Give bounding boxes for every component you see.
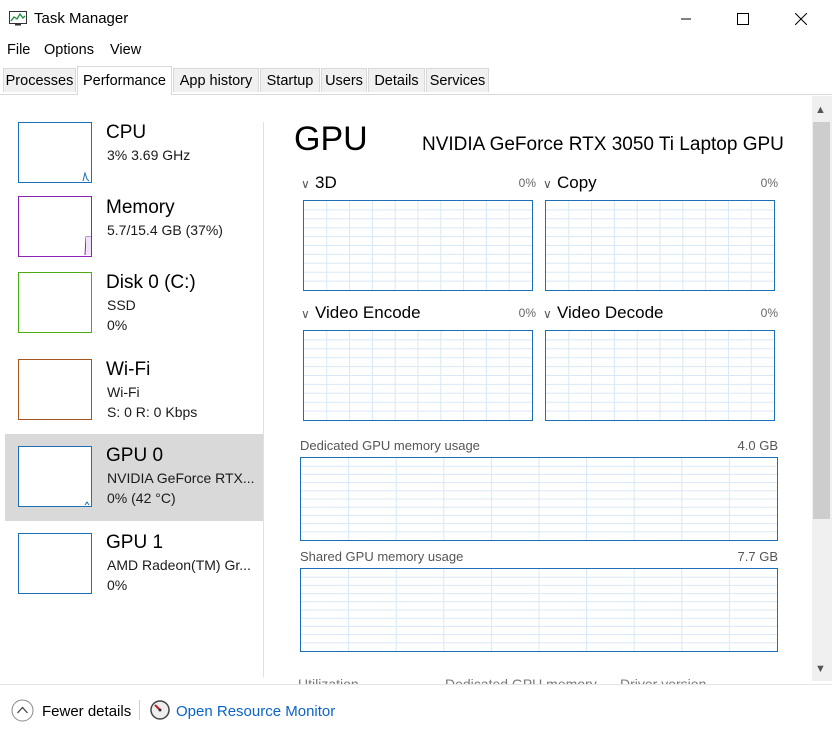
gpu-model-name: NVIDIA GeForce RTX 3050 Ti Laptop GPU [422, 134, 784, 155]
dedicated-memory-max: 4.0 GB [737, 438, 778, 453]
chevron-down-icon[interactable]: ∨ [543, 177, 552, 191]
open-resource-monitor-link[interactable]: Open Resource Monitor [176, 703, 335, 720]
resource-monitor-icon [150, 700, 170, 720]
sidebar-title: GPU 1 [106, 532, 164, 553]
sidebar-title: Memory [106, 197, 175, 218]
engine-percent-video-encode: 0% [518, 306, 536, 320]
shared-memory-label: Shared GPU memory usage [300, 549, 464, 564]
sidebar-item-memory[interactable]: Memory 5.7/15.4 GB (37%) [5, 188, 263, 261]
engine-label-copy[interactable]: Copy [557, 173, 597, 193]
sidebar-item-wifi[interactable]: Wi-Fi Wi-Fi S: 0 R: 0 Kbps [5, 351, 263, 434]
footer-separator [139, 700, 140, 720]
engine-graph-copy [545, 200, 775, 291]
engine-graph-video-decode [545, 330, 775, 421]
page-title: GPU [294, 120, 368, 158]
sidebar-line2: 0% (42 °C) [107, 490, 176, 506]
tab-performance[interactable]: Performance [77, 66, 172, 95]
minimize-icon [681, 18, 691, 20]
scrollbar-thumb[interactable] [813, 122, 830, 519]
sidebar-item-gpu0[interactable]: GPU 0 NVIDIA GeForce RTX... 0% (42 °C) [5, 434, 263, 521]
sidebar-line2: 0% [107, 577, 128, 593]
tab-services[interactable]: Services [426, 68, 489, 92]
wifi-thumbnail-graph [18, 359, 92, 420]
engine-label-video-decode[interactable]: Video Decode [557, 303, 664, 323]
sidebar-line1: 3% 3.69 GHz [107, 147, 191, 163]
graph-grid [301, 458, 777, 540]
scroll-down-icon[interactable]: ▼ [815, 663, 826, 675]
fewer-details-button[interactable]: Fewer details [42, 703, 131, 720]
engine-graph-3d [303, 200, 533, 291]
sidebar-item-cpu[interactable]: CPU 3% 3.69 GHz [5, 115, 263, 188]
graph-grid [304, 331, 532, 420]
engine-percent-3d: 0% [518, 176, 536, 190]
chevron-down-icon[interactable]: ∨ [543, 307, 552, 321]
engine-graph-video-encode [303, 330, 533, 421]
engine-label-video-encode[interactable]: Video Encode [315, 303, 421, 323]
tab-details[interactable]: Details [368, 68, 425, 92]
sidebar-divider [263, 122, 264, 677]
tab-processes[interactable]: Processes [3, 68, 76, 92]
shared-memory-max: 7.7 GB [737, 549, 778, 564]
memory-thumbnail-graph [18, 196, 92, 257]
sidebar-line1: SSD [107, 297, 136, 313]
dedicated-memory-graph [300, 457, 778, 541]
stat-label-utilization: Utilization [298, 676, 359, 684]
sidebar-line1: 5.7/15.4 GB (37%) [107, 222, 223, 238]
sidebar-line2: 0% [107, 317, 128, 333]
sidebar-item-gpu1[interactable]: GPU 1 AMD Radeon(TM) Gr... 0% [5, 521, 263, 606]
chevron-down-icon[interactable]: ∨ [301, 307, 310, 321]
window-title: Task Manager [34, 10, 129, 27]
menu-options[interactable]: Options [44, 42, 94, 58]
chevron-down-icon[interactable]: ∨ [301, 177, 310, 191]
minimize-button[interactable] [657, 0, 715, 38]
stat-label-driver: Driver version [620, 676, 707, 684]
close-icon [795, 13, 807, 25]
cpu-thumbnail-graph [18, 122, 92, 183]
task-manager-icon [9, 11, 27, 26]
gpu0-thumbnail-graph [18, 446, 92, 507]
engine-percent-video-decode: 0% [760, 306, 778, 320]
tab-app-history[interactable]: App history [173, 68, 259, 92]
graph-grid [301, 569, 777, 651]
tab-startup[interactable]: Startup [260, 68, 320, 92]
sidebar-line1: Wi-Fi [107, 384, 140, 400]
footer-divider [0, 684, 832, 685]
sidebar-line1: AMD Radeon(TM) Gr... [107, 557, 251, 573]
sidebar-title: CPU [106, 122, 147, 143]
sidebar-line2: S: 0 R: 0 Kbps [107, 404, 198, 420]
maximize-button[interactable] [714, 0, 772, 38]
close-button[interactable] [772, 0, 830, 38]
shared-memory-graph [300, 568, 778, 652]
menu-file[interactable]: File [7, 42, 30, 58]
dedicated-memory-label: Dedicated GPU memory usage [300, 438, 480, 453]
sidebar-title: GPU 0 [106, 445, 164, 466]
menu-view[interactable]: View [110, 42, 141, 58]
disk-thumbnail-graph [18, 272, 92, 333]
sidebar-title: Disk 0 (C:) [106, 272, 196, 293]
engine-percent-copy: 0% [760, 176, 778, 190]
sidebar-line1: NVIDIA GeForce RTX... [107, 470, 255, 486]
sidebar-item-disk[interactable]: Disk 0 (C:) SSD 0% [5, 263, 263, 351]
tab-users[interactable]: Users [321, 68, 367, 92]
stat-label-dedicated: Dedicated GPU memory [445, 676, 597, 684]
sidebar-title: Wi-Fi [106, 359, 151, 380]
fewer-details-icon[interactable] [11, 699, 34, 722]
graph-grid [546, 201, 774, 290]
engine-label-3d[interactable]: 3D [315, 173, 337, 193]
graph-grid [304, 201, 532, 290]
graph-grid [546, 331, 774, 420]
gpu1-thumbnail-graph [18, 533, 92, 594]
maximize-icon [737, 13, 749, 25]
scroll-up-icon[interactable]: ▲ [815, 104, 826, 116]
